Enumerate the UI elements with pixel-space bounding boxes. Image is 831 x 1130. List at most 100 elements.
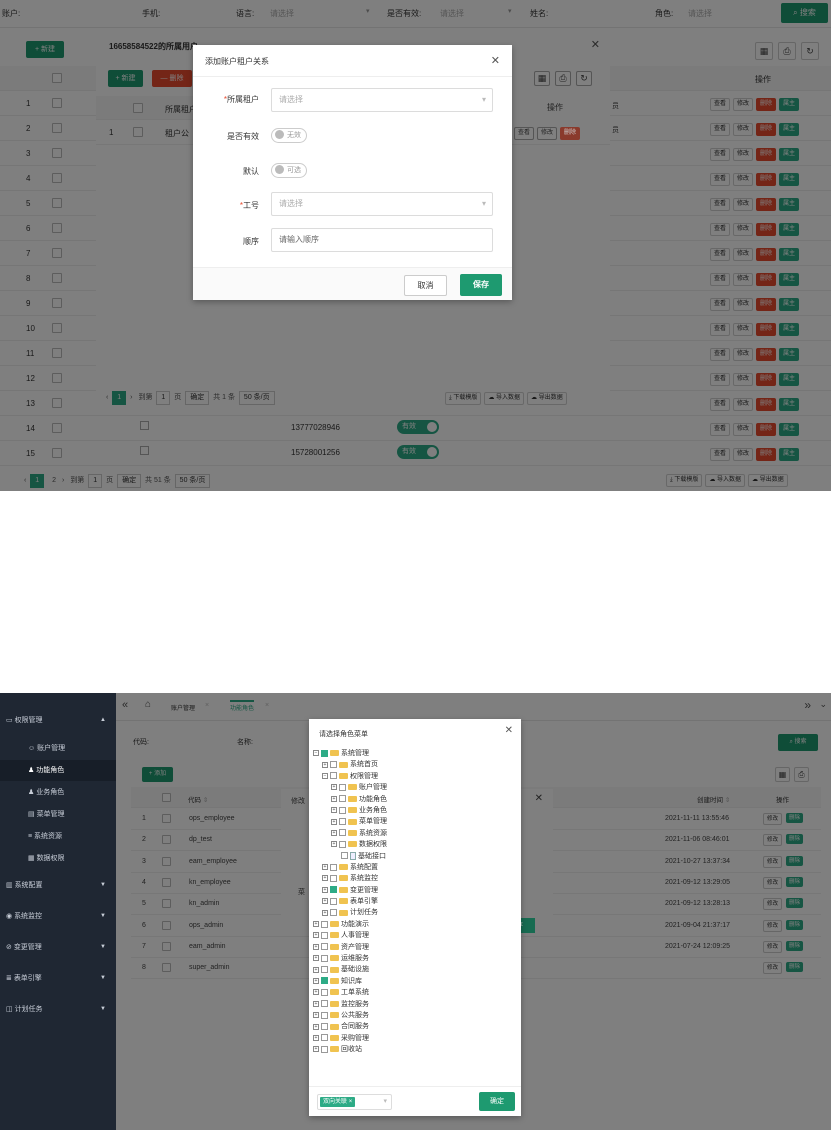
expand-node-icon[interactable]: + [313, 977, 319, 984]
tree-checkbox[interactable] [339, 840, 346, 848]
expand-node-icon[interactable]: + [313, 955, 319, 962]
sidebar-item[interactable]: ♟ 功能角色 [0, 760, 116, 781]
expand-node-icon[interactable]: + [331, 795, 337, 802]
tree-checkbox[interactable] [330, 874, 337, 882]
tree-checkbox[interactable] [321, 977, 328, 985]
tree-node[interactable]: + 公共服务 [311, 1010, 387, 1021]
tree-node[interactable]: + 系统资源 [311, 828, 387, 839]
tree-node[interactable]: − 系统管理 [311, 748, 387, 759]
confirm-button[interactable]: 确定 [479, 1092, 515, 1111]
expand-node-icon[interactable]: + [313, 943, 319, 950]
cancel-button[interactable]: 取消 [404, 275, 447, 296]
expand-node-icon[interactable]: + [331, 784, 337, 791]
expand-node-icon[interactable]: + [322, 886, 328, 893]
tree-node[interactable]: 基础接口 [311, 851, 387, 862]
expand-node-icon[interactable]: + [313, 1012, 319, 1019]
refresh-icon[interactable]: ↻ [576, 71, 592, 86]
tree-checkbox[interactable] [321, 749, 328, 757]
tree-checkbox[interactable] [321, 966, 328, 974]
close-icon[interactable]: ✕ [505, 725, 513, 736]
delete-button[interactable]: 删除 [560, 127, 581, 140]
tree-checkbox[interactable] [321, 1000, 328, 1008]
tag-close-icon[interactable]: × [349, 1099, 353, 1105]
sidebar-item[interactable]: ◫ 计划任务 ▼ [0, 999, 116, 1020]
expand-node-icon[interactable]: + [331, 818, 337, 825]
tree-node[interactable]: + 功能演示 [311, 919, 387, 930]
tree-node[interactable]: + 监控服务 [311, 999, 387, 1010]
expand-node-icon[interactable]: + [313, 921, 319, 928]
tree-checkbox[interactable] [339, 806, 346, 814]
tenant-select[interactable]: 请选择 ▾ [271, 88, 493, 112]
tree-node[interactable]: − 权限管理 [311, 771, 387, 782]
expand-node-icon[interactable]: + [313, 989, 319, 996]
print-icon[interactable]: ⎙ [555, 71, 571, 86]
tree-checkbox[interactable] [321, 943, 328, 951]
tree-checkbox[interactable] [321, 920, 328, 928]
jobno-select[interactable]: 请选择 ▾ [271, 192, 493, 216]
tree-node[interactable]: + 合同服务 [311, 1021, 387, 1032]
tree-node[interactable]: + 计划任务 [311, 907, 387, 918]
sidebar-item[interactable]: ▥ 系统配置 ▼ [0, 875, 116, 896]
sidebar-item[interactable]: ◉ 系统监控 ▼ [0, 906, 116, 927]
tree-node[interactable]: + 基础设施 [311, 964, 387, 975]
close-icon[interactable]: ✕ [491, 54, 500, 67]
valid-switch[interactable]: 无效 [271, 128, 307, 143]
tree-node[interactable]: + 菜单管理 [311, 816, 387, 827]
tree-node[interactable]: + 系统监控 [311, 873, 387, 884]
tree-checkbox[interactable] [330, 909, 337, 917]
tree-node[interactable]: + 业务角色 [311, 805, 387, 816]
expand-node-icon[interactable]: + [313, 966, 319, 973]
tree-node[interactable]: + 数据权限 [311, 839, 387, 850]
tree-node[interactable]: + 表单引擎 [311, 896, 387, 907]
sidebar-item[interactable]: ▭ 权限管理 ▲ [0, 710, 116, 731]
tree-node[interactable]: + 运维服务 [311, 953, 387, 964]
close-icon[interactable]: ✕ [535, 793, 543, 804]
sidebar-item[interactable]: ☺ 账户管理 [0, 738, 116, 759]
view-button[interactable]: 查看 [514, 127, 535, 140]
tree-node[interactable]: + 变更管理 [311, 885, 387, 896]
collapse-node-icon[interactable]: − [322, 772, 328, 779]
save-button[interactable]: 保存 [460, 274, 502, 296]
tree-checkbox[interactable] [321, 988, 328, 996]
expand-node-icon[interactable]: + [331, 841, 337, 848]
edit-button[interactable]: 修改 [537, 127, 558, 140]
tree-node[interactable]: + 系统配置 [311, 862, 387, 873]
sidebar-item[interactable]: ⊘ 变更管理 ▼ [0, 937, 116, 958]
tree-checkbox[interactable] [330, 897, 337, 905]
expand-node-icon[interactable]: + [331, 807, 337, 814]
expand-node-icon[interactable]: + [313, 1046, 319, 1053]
sidebar-item[interactable]: ▦ 数据权限 [0, 848, 116, 869]
expand-node-icon[interactable]: + [313, 1000, 319, 1007]
tree-checkbox[interactable] [321, 1011, 328, 1019]
tree-checkbox[interactable] [321, 931, 328, 939]
sidebar-item[interactable]: ♟ 业务角色 [0, 782, 116, 803]
tree-checkbox[interactable] [341, 852, 348, 860]
tree-checkbox[interactable] [330, 761, 337, 769]
expand-node-icon[interactable]: + [313, 1034, 319, 1041]
expand-node-icon[interactable]: + [322, 898, 328, 905]
tree-checkbox[interactable] [321, 1023, 328, 1031]
tree-node[interactable]: + 采购管理 [311, 1033, 387, 1044]
tree-checkbox[interactable] [330, 772, 337, 780]
collapse-node-icon[interactable]: − [313, 750, 319, 757]
expand-node-icon[interactable]: + [322, 875, 328, 882]
tree-checkbox[interactable] [330, 886, 337, 894]
sidebar-item[interactable]: ≣ 表单引擎 ▼ [0, 968, 116, 989]
tree-checkbox[interactable] [321, 954, 328, 962]
tree-node[interactable]: + 知识库 [311, 976, 387, 987]
tree-node[interactable]: + 系统首页 [311, 759, 387, 770]
sidebar-item[interactable]: ▤ 菜单管理 [0, 804, 116, 825]
sidebar-item[interactable]: ≡ 系统资源 [0, 826, 116, 847]
order-input[interactable]: 请输入顺序 [271, 228, 493, 252]
expand-node-icon[interactable]: + [322, 761, 328, 768]
expand-node-icon[interactable]: + [322, 864, 328, 871]
tree-node[interactable]: + 账户管理 [311, 782, 387, 793]
tree-checkbox[interactable] [339, 818, 346, 825]
expand-node-icon[interactable]: + [313, 932, 319, 939]
relation-select[interactable]: 双向关联 × ▾ [317, 1094, 392, 1110]
tree-checkbox[interactable] [321, 1034, 328, 1042]
expand-node-icon[interactable]: + [313, 1023, 319, 1030]
tree-node[interactable]: + 资产管理 [311, 942, 387, 953]
tree-node[interactable]: + 功能角色 [311, 794, 387, 805]
tree-checkbox[interactable] [339, 829, 346, 837]
